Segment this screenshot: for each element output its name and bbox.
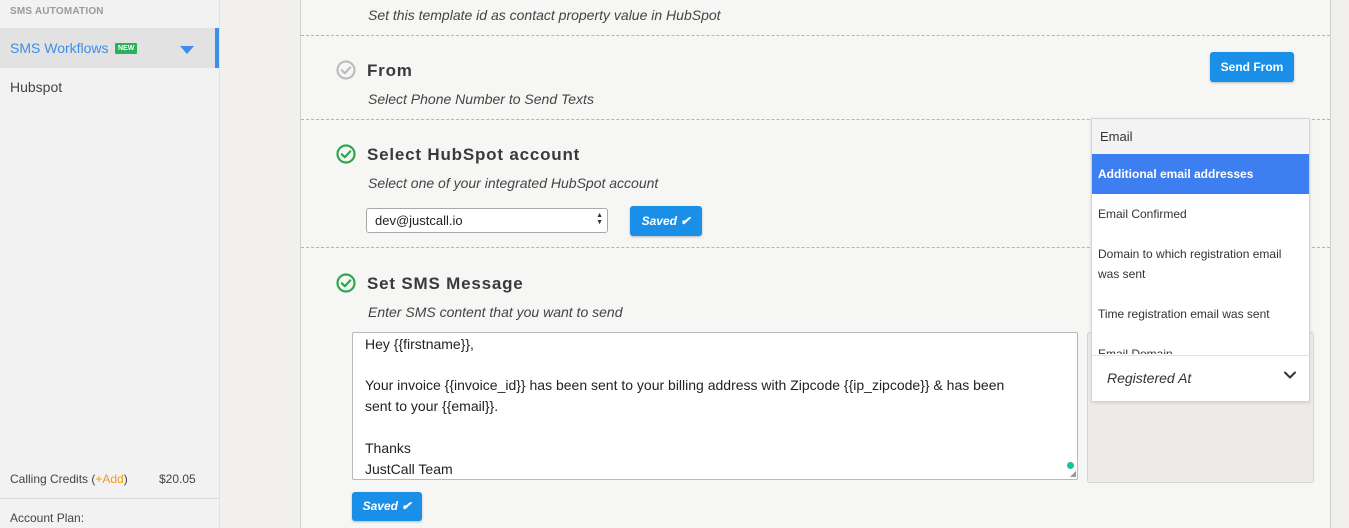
sidebar-item-hubspot[interactable]: Hubspot — [10, 79, 62, 95]
resize-handle-icon[interactable]: ◢ — [1070, 469, 1076, 478]
search-value: Email — [1100, 129, 1133, 144]
dropdown-option[interactable]: Email Domain — [1092, 334, 1309, 354]
chevron-down-icon[interactable] — [1283, 368, 1297, 382]
select-value: dev@justcall.io — [375, 213, 463, 228]
selected-property-value: Registered At — [1107, 370, 1192, 386]
sidebar-section-label: SMS AUTOMATION — [10, 6, 104, 17]
complete-check-icon — [336, 144, 356, 164]
new-badge: NEW — [115, 43, 138, 54]
sms-message-title: Set SMS Message — [367, 274, 524, 293]
incomplete-check-icon — [336, 60, 356, 80]
hubspot-account-title: Select HubSpot account — [367, 145, 581, 164]
hubspot-account-hint: Select one of your integrated HubSpot ac… — [368, 175, 659, 191]
template-id-hint: Set this template id as contact property… — [368, 7, 721, 23]
sidebar-item-label: SMS Workflows — [10, 40, 109, 56]
message-line: Your invoice {{invoice_id}} has been sen… — [365, 377, 1005, 393]
sidebar-divider — [0, 498, 219, 499]
dropdown-options-list[interactable]: Additional email addresses Email Confirm… — [1092, 154, 1309, 354]
sms-message-textarea[interactable]: Hey {{firstname}}, Your invoice {{invoic… — [352, 332, 1078, 480]
property-dropdown[interactable]: Email Additional email addresses Email C… — [1091, 118, 1310, 402]
dropdown-option[interactable]: Email Confirmed — [1092, 194, 1309, 234]
dropdown-option[interactable]: Domain to which registration email was s… — [1092, 234, 1309, 294]
sms-saved-button[interactable]: Saved ✔ — [352, 492, 422, 521]
message-line: Thanks — [365, 440, 411, 456]
calling-credits: Calling Credits (+Add) $20.05 — [0, 470, 219, 498]
calling-credits-label: Calling Credits (+Add) — [10, 472, 128, 486]
message-line: sent to your {{email}}. — [365, 398, 499, 414]
selected-property[interactable]: Registered At — [1092, 355, 1309, 401]
dropdown-option[interactable]: Additional email addresses — [1092, 154, 1309, 194]
select-arrows-icon: ▲ ▼ — [596, 212, 603, 226]
hubspot-account-select[interactable]: dev@justcall.io ▲ ▼ — [366, 208, 608, 233]
grammarly-dot-icon[interactable] — [1067, 462, 1074, 469]
caret-down-icon[interactable] — [180, 46, 194, 54]
active-indicator — [215, 28, 219, 68]
from-hint: Select Phone Number to Send Texts — [368, 91, 594, 107]
send-from-button[interactable]: Send From — [1210, 52, 1294, 82]
add-credits-link[interactable]: +Add — [95, 472, 123, 486]
message-line: Hey {{firstname}}, — [365, 336, 474, 352]
from-title: From — [367, 61, 413, 80]
section-divider — [301, 35, 1330, 36]
credits-amount: $20.05 — [159, 472, 196, 486]
sidebar-item-sms-workflows[interactable]: SMS Workflows NEW — [0, 28, 219, 68]
account-plan-label: Account Plan: — [10, 511, 85, 525]
sidebar: SMS AUTOMATION SMS Workflows NEW Hubspot… — [0, 0, 220, 528]
message-line: JustCall Team — [365, 461, 453, 477]
complete-check-icon — [336, 273, 356, 293]
dropdown-option[interactable]: Time registration email was sent — [1092, 294, 1309, 334]
hubspot-saved-button[interactable]: Saved ✔ — [630, 206, 702, 236]
dropdown-search-input[interactable]: Email — [1092, 119, 1309, 155]
sms-message-hint: Enter SMS content that you want to send — [368, 304, 623, 320]
